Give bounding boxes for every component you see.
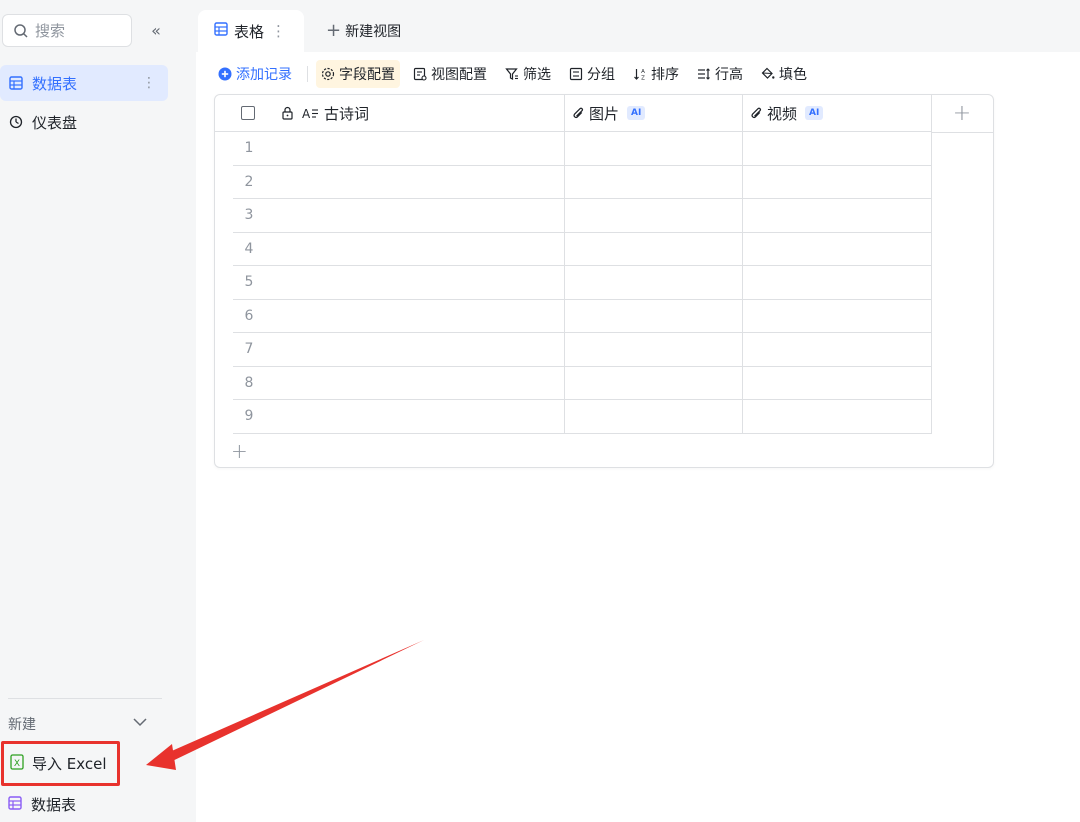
group-label: 分组 <box>587 67 615 83</box>
row-number: 7 <box>244 341 254 357</box>
text-field-icon: A <box>302 107 318 120</box>
add-row-button[interactable]: + <box>231 439 248 463</box>
new-section-label: 新建 <box>8 717 36 733</box>
table-row[interactable]: 8 <box>215 367 931 400</box>
table-row[interactable]: 9 <box>215 400 931 434</box>
chevron-down-icon[interactable] <box>132 714 148 734</box>
import-excel-button[interactable]: X 导入 Excel <box>1 741 120 786</box>
row-height-label: 行高 <box>715 67 743 83</box>
add-circle-icon <box>218 67 232 81</box>
group-icon <box>569 67 583 81</box>
svg-text:X: X <box>14 759 20 769</box>
attachment-icon <box>573 107 583 118</box>
column-label: 古诗词 <box>324 104 370 123</box>
filter-label: 筛选 <box>523 67 551 83</box>
table-row[interactable]: 1 <box>215 132 931 166</box>
main-area: 表格 ⋮ + 新建视图 添加记录 字段配置 视图配置 筛选 分组 A Z 排序 … <box>196 0 1080 822</box>
sort-label: 排序 <box>651 67 679 83</box>
tab-grid-view[interactable]: 表格 ⋮ <box>198 10 304 52</box>
row-divider <box>233 432 931 434</box>
ai-badge: AI <box>627 106 646 120</box>
lock-icon <box>282 106 293 120</box>
row-number: 2 <box>244 173 254 190</box>
new-view-button[interactable]: + 新建视图 <box>326 20 401 41</box>
excel-icon: X <box>10 753 24 774</box>
gear-icon <box>321 67 335 81</box>
sidebar: 搜索 « 数据表 ⋮ 仪表盘 新建 X 导入 Excel 数据表 <box>0 0 180 822</box>
plus-icon: + <box>326 20 342 41</box>
new-data-table-button[interactable]: 数据表 <box>8 794 76 815</box>
sidebar-item-data-table[interactable]: 数据表 ⋮ <box>0 65 168 101</box>
new-data-table-label: 数据表 <box>31 796 77 814</box>
view-config-icon <box>413 67 427 81</box>
fill-color-button[interactable]: 填色 <box>756 60 812 88</box>
data-grid: A 古诗词 图片 AI 视频 AI + 1 2 3 4 5 6 7 8 9 + <box>214 94 994 468</box>
sort-icon: AZ <box>634 69 645 82</box>
table-row[interactable]: 2 <box>215 166 931 199</box>
select-all-checkbox[interactable] <box>241 106 255 120</box>
table-row[interactable]: 3 <box>215 199 931 233</box>
column-label: 图片 <box>589 104 620 123</box>
column-header-image[interactable]: 图片 AI <box>565 95 743 132</box>
table-row[interactable]: 4 <box>215 233 931 266</box>
field-config-button[interactable]: 字段配置 <box>316 60 400 88</box>
group-button[interactable]: 分组 <box>564 60 620 88</box>
sidebar-item-label: 仪表盘 <box>32 113 78 132</box>
grid-icon <box>214 22 228 40</box>
row-number: 4 <box>244 240 254 257</box>
filter-icon <box>505 68 518 80</box>
add-record-label: 添加记录 <box>236 67 292 83</box>
column-label: 视频 <box>767 104 798 123</box>
toolbar-divider <box>307 66 308 82</box>
search-icon <box>14 23 28 38</box>
column-divider <box>931 95 932 434</box>
table-row[interactable]: 5 <box>215 266 931 300</box>
row-number: 3 <box>244 207 254 223</box>
collapse-sidebar-button[interactable]: « <box>146 20 166 40</box>
row-number: 8 <box>244 374 254 391</box>
fill-color-label: 填色 <box>779 67 807 83</box>
row-height-button[interactable]: 行高 <box>692 60 748 88</box>
sidebar-divider <box>8 698 162 699</box>
view-config-label: 视图配置 <box>431 67 487 83</box>
tab-more-icon[interactable]: ⋮ <box>271 22 286 40</box>
filter-button[interactable]: 筛选 <box>500 60 556 88</box>
paint-bucket-icon <box>761 67 775 79</box>
add-record-button[interactable]: 添加记录 <box>216 60 297 88</box>
sidebar-item-dashboard[interactable]: 仪表盘 <box>0 104 168 140</box>
svg-text:Z: Z <box>641 76 645 82</box>
header-divider <box>931 132 993 133</box>
row-number: 1 <box>244 140 254 156</box>
ai-badge: AI <box>805 106 824 120</box>
attachment-icon <box>751 107 761 118</box>
view-tabbar: 表格 ⋮ + 新建视图 <box>196 0 1080 52</box>
column-header-video[interactable]: 视频 AI <box>743 95 931 132</box>
sidebar-item-label: 数据表 <box>32 74 78 93</box>
row-height-icon <box>698 68 710 80</box>
sort-button[interactable]: AZ 排序 <box>628 60 684 88</box>
dashboard-icon <box>8 114 24 130</box>
more-icon[interactable]: ⋮ <box>142 75 156 91</box>
table-icon <box>8 75 24 91</box>
table-row[interactable]: 7 <box>215 333 931 367</box>
search-input[interactable]: 搜索 <box>2 14 132 47</box>
row-number: 6 <box>244 307 254 324</box>
new-view-label: 新建视图 <box>345 23 402 40</box>
table-icon <box>8 795 22 814</box>
view-config-button[interactable]: 视图配置 <box>408 60 492 88</box>
svg-text:A: A <box>641 69 645 75</box>
table-row[interactable]: 6 <box>215 300 931 333</box>
search-placeholder: 搜索 <box>35 22 66 40</box>
field-config-label: 字段配置 <box>339 67 395 83</box>
import-excel-label: 导入 Excel <box>32 755 107 773</box>
row-number: 9 <box>244 408 254 424</box>
add-column-button[interactable]: + <box>931 95 993 132</box>
column-header-poetry[interactable]: A 古诗词 <box>215 95 565 132</box>
row-number: 5 <box>244 274 254 290</box>
tab-label: 表格 <box>234 22 265 41</box>
svg-text:A: A <box>302 107 311 120</box>
toolbar: 添加记录 字段配置 视图配置 筛选 分组 AZ 排序 行高 填色 <box>216 60 820 88</box>
